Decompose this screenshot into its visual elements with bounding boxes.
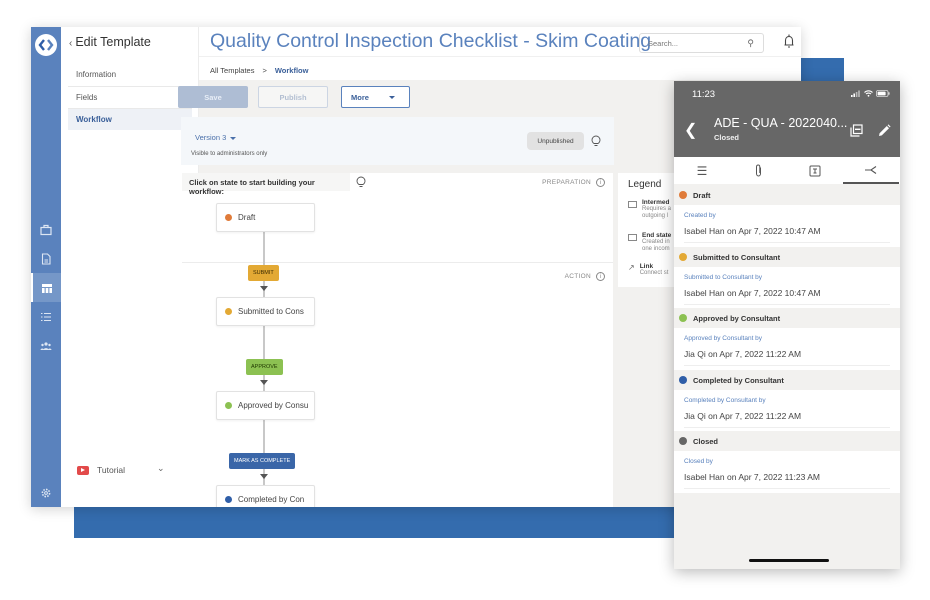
status-time: 11:23 <box>692 89 716 100</box>
end-state-icon <box>628 234 637 241</box>
lane-label-preparation: PREPARATION i <box>542 178 605 187</box>
state-color-dot <box>679 191 687 199</box>
visibility-note: Visible to administrators only <box>191 151 268 157</box>
nav-item-information[interactable]: Information <box>68 64 192 86</box>
state-color-dot <box>679 437 687 445</box>
lightbulb-icon[interactable] <box>356 176 366 188</box>
intermediate-state-icon <box>628 201 637 208</box>
history-item-approved: Approved by Consultant Approved by Consu… <box>674 308 900 370</box>
table-icon[interactable] <box>31 273 61 302</box>
attachment-icon <box>755 164 761 177</box>
arrow-down-icon <box>260 380 268 385</box>
workflow-state-approved[interactable]: Approved by Consu <box>216 391 315 420</box>
briefcase-icon[interactable] <box>31 215 61 244</box>
state-color-dot <box>225 496 232 503</box>
tab-transfer[interactable] <box>787 157 843 184</box>
youtube-icon <box>77 465 89 475</box>
lightbulb-icon[interactable] <box>591 135 601 147</box>
state-color-dot <box>225 214 232 221</box>
workflow-action-submit[interactable]: SUBMIT <box>248 265 279 281</box>
state-color-dot <box>679 376 687 384</box>
state-color-dot <box>225 402 232 409</box>
breadcrumb-all-templates[interactable]: All Templates <box>210 66 254 75</box>
history-item-draft: Draft Created by Isabel Han on Apr 7, 202… <box>674 185 900 247</box>
legend-item-link: ↗ Link Connect st <box>628 263 669 276</box>
workflow-state-completed[interactable]: Completed by Con <box>216 485 315 507</box>
state-color-dot <box>225 308 232 315</box>
icon-rail <box>31 27 61 507</box>
legend-item-end-state: End state Created in one incom <box>628 232 671 253</box>
mobile-header: 11:23 ❮ ADE - QUA - 2022040... Closed <box>674 81 900 157</box>
history-item-closed: Closed Closed by Isabel Han on Apr 7, 202… <box>674 431 900 493</box>
tab-workflow[interactable] <box>843 157 899 184</box>
tab-details[interactable]: ☰ <box>674 157 730 184</box>
search-input[interactable]: Search... ⚲ <box>639 33 764 53</box>
caret-down-icon <box>389 96 395 99</box>
bell-icon[interactable] <box>783 33 795 49</box>
breadcrumb-separator: > <box>262 66 267 75</box>
checklist-icon[interactable] <box>31 302 61 331</box>
arrow-down-icon <box>260 286 268 291</box>
nav-item-fields[interactable]: Fields <box>68 86 192 108</box>
settings-icon[interactable] <box>31 478 61 507</box>
state-color-dot <box>679 314 687 322</box>
page-title: Quality Control Inspection Checklist - S… <box>210 30 652 52</box>
lane-divider <box>182 262 613 263</box>
link-arrow-icon: ↗ <box>628 263 635 272</box>
publish-button[interactable]: Publish <box>258 86 328 108</box>
back-arrow-icon[interactable]: ❮ <box>684 120 697 140</box>
version-select[interactable]: Version 3 <box>195 133 237 142</box>
history-item-completed: Completed by Consultant Completed by Con… <box>674 370 900 432</box>
team-icon[interactable] <box>31 331 61 360</box>
edit-pencil-icon[interactable] <box>878 124 891 137</box>
info-icon[interactable]: i <box>596 178 605 187</box>
nav-item-workflow[interactable]: Workflow <box>68 108 192 130</box>
signal-icon <box>851 90 860 97</box>
home-indicator[interactable] <box>749 559 829 562</box>
details-icon: ☰ <box>696 163 708 178</box>
breadcrumb: All Templates > Workflow <box>199 56 801 80</box>
mobile-screen: 11:23 ❮ ADE - QUA - 2022040... Closed ☰ … <box>674 81 900 569</box>
document-icon[interactable] <box>31 244 61 273</box>
workflow-state-submitted[interactable]: Submitted to Cons <box>216 297 315 326</box>
search-icon: ⚲ <box>747 38 754 48</box>
workflow-state-draft[interactable]: Draft <box>216 203 315 232</box>
chevron-down-icon: ⌄ <box>157 463 165 473</box>
edit-template-back-link[interactable]: ‹ Edit Template <box>69 35 151 49</box>
lane-label-action: ACTION i <box>565 272 605 281</box>
legend-item-intermediate: Intermed Requires a outgoing l <box>628 199 671 220</box>
history-item-submitted: Submitted to Consultant Submitted to Con… <box>674 247 900 309</box>
more-dropdown-button[interactable]: More <box>341 86 410 108</box>
workflow-action-approve[interactable]: APPROVE <box>246 359 283 375</box>
workflow-hint: Click on state to start building your wo… <box>182 173 350 196</box>
record-title: ADE - QUA - 2022040... <box>714 116 848 130</box>
arrow-down-icon <box>260 474 268 479</box>
top-bar: Quality Control Inspection Checklist - S… <box>199 27 801 56</box>
mobile-tab-bar: ☰ <box>674 157 900 184</box>
battery-icon <box>876 90 890 97</box>
workflow-canvas[interactable]: Click on state to start building your wo… <box>182 173 613 507</box>
version-panel: Version 3 Visible to administrators only… <box>181 117 614 165</box>
wifi-icon <box>864 90 873 97</box>
caret-down-icon <box>230 136 237 140</box>
state-color-dot <box>679 253 687 261</box>
record-status: Closed <box>714 133 740 142</box>
legend-title: Legend <box>628 179 662 190</box>
app-logo-icon[interactable] <box>35 34 57 56</box>
status-badge: Unpublished <box>527 132 584 150</box>
tab-attachments[interactable] <box>730 157 786 184</box>
system-status-icons <box>851 90 890 97</box>
workflow-action-mark-complete[interactable]: MARK AS COMPLETE <box>229 453 296 469</box>
workflow-icon <box>865 165 877 174</box>
save-button[interactable]: Save <box>178 86 248 108</box>
transfer-icon <box>809 165 821 176</box>
breadcrumb-current: Workflow <box>274 66 309 75</box>
pdf-export-icon[interactable] <box>850 124 863 137</box>
info-icon[interactable]: i <box>596 272 605 281</box>
chevron-left-icon: ‹ <box>69 38 73 49</box>
tutorial-menu[interactable]: Tutorial ⌄ <box>77 463 165 475</box>
